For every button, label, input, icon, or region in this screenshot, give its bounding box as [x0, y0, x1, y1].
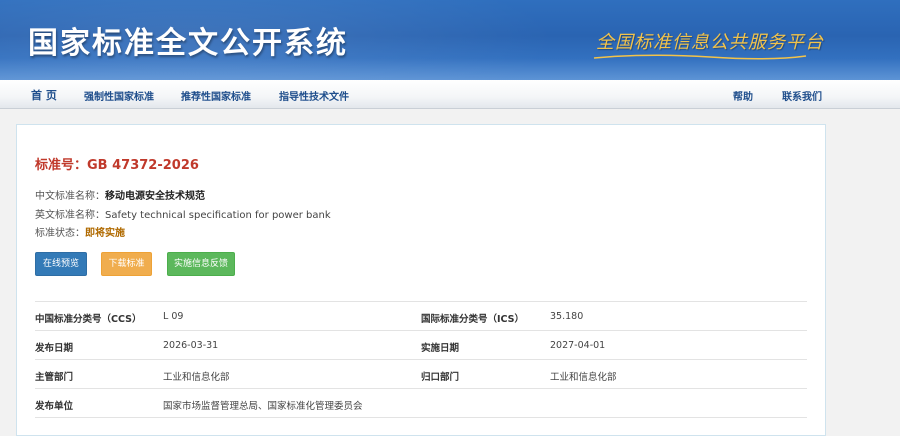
implementation-feedback-button[interactable]: 实施信息反馈	[167, 252, 235, 276]
ccs-label: 中国标准分类号（CCS）	[35, 314, 142, 325]
implement-date-value: 2027-04-01	[550, 340, 606, 351]
competent-dept-value: 工业和信息化部	[163, 372, 230, 383]
release-date-label: 发布日期	[35, 343, 74, 354]
english-name-row: 英文标准名称：Safety technical specification fo…	[35, 206, 331, 221]
site-title: 国家标准全文公开系统	[28, 26, 348, 61]
ics-label: 国际标准分类号（ICS）	[421, 314, 525, 325]
ccs-value: L 09	[163, 311, 184, 322]
platform-slogan[interactable]: 全国标准信息公共服务平台	[596, 28, 824, 54]
main-nav: 首 页 强制性国家标准 推荐性国家标准 指导性技术文件 帮助 联系我们	[0, 80, 900, 109]
detail-divider	[35, 359, 807, 360]
publisher-label: 发布单位	[35, 401, 74, 412]
detail-divider	[35, 417, 807, 418]
standard-number: 标准号：GB 47372-2026	[35, 158, 199, 173]
detail-divider	[35, 330, 807, 331]
header-banner: 国家标准全文公开系统 全国标准信息公共服务平台	[0, 0, 900, 80]
detail-divider	[35, 301, 807, 302]
status-value: 即将实施	[85, 228, 125, 239]
ics-value: 35.180	[550, 311, 584, 322]
chinese-name-row: 中文标准名称：移动电源安全技术规范	[35, 187, 205, 202]
nav-recommended-standards[interactable]: 推荐性国家标准	[181, 88, 251, 103]
nav-guidance-documents[interactable]: 指导性技术文件	[279, 88, 349, 103]
competent-dept-label: 主管部门	[35, 372, 74, 383]
chinese-name-value: 移动电源安全技术规范	[105, 191, 205, 202]
nav-contact-us[interactable]: 联系我们	[782, 88, 822, 103]
online-preview-button[interactable]: 在线预览	[35, 252, 87, 276]
status-row: 标准状态：即将实施	[35, 224, 125, 239]
detail-divider	[35, 388, 807, 389]
nav-home[interactable]: 首 页	[31, 87, 57, 103]
slogan-swash-decoration	[593, 54, 807, 60]
centralized-dept-value: 工业和信息化部	[550, 372, 617, 383]
implement-date-label: 实施日期	[421, 343, 460, 354]
english-name-value: Safety technical specification for power…	[105, 210, 331, 221]
release-date-value: 2026-03-31	[163, 340, 219, 351]
download-standard-button[interactable]: 下载标准	[101, 252, 152, 276]
publisher-value: 国家市场监督管理总局、国家标准化管理委员会	[163, 401, 363, 412]
centralized-dept-label: 归口部门	[421, 372, 460, 383]
chinese-name-label: 中文标准名称：	[35, 191, 105, 202]
nav-mandatory-standards[interactable]: 强制性国家标准	[84, 88, 154, 103]
english-name-label: 英文标准名称：	[35, 210, 105, 221]
nav-help[interactable]: 帮助	[733, 88, 753, 103]
status-label: 标准状态：	[35, 228, 85, 239]
standard-detail-card: 标准号：GB 47372-2026 中文标准名称：移动电源安全技术规范 英文标准…	[16, 124, 826, 436]
